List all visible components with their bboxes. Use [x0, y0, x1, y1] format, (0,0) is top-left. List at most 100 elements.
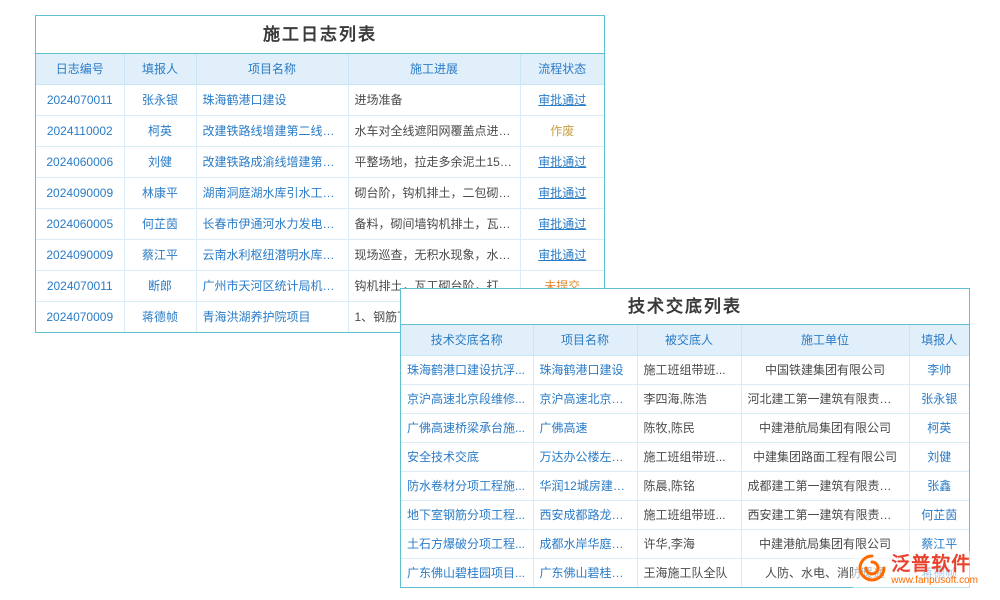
briefed-person-cell: 施工班组带班... — [637, 442, 741, 471]
reporter-cell[interactable]: 何芷茵 — [124, 208, 196, 239]
reporter-cell[interactable]: 张永银 — [909, 384, 969, 413]
progress-cell: 平整场地，拉走多余泥土15辆... — [348, 146, 520, 177]
table-row[interactable]: 2024060005何芷茵长春市伊通河水力发电厂...备料，砌间墙钩机排土，瓦工… — [36, 208, 604, 239]
table-row[interactable]: 地下室钢筋分项工程...西安成都路龙湖上...施工班组带班...西安建工第一建筑… — [401, 500, 969, 529]
project-cell[interactable]: 万达办公楼左侧A... — [533, 442, 637, 471]
log-id-cell[interactable]: 2024070011 — [36, 270, 124, 301]
project-cell[interactable]: 改建铁路线增建第二线直... — [196, 115, 348, 146]
log-id-cell[interactable]: 2024110002 — [36, 115, 124, 146]
status-cell[interactable]: 作废 — [520, 115, 604, 146]
table-header-row: 日志编号 填报人 项目名称 施工进展 流程状态 — [36, 54, 604, 84]
project-cell[interactable]: 广州市天河区统计局机房... — [196, 270, 348, 301]
column-header-briefed-person: 被交底人 — [637, 325, 741, 355]
reporter-cell[interactable]: 柯英 — [909, 413, 969, 442]
log-id-cell[interactable]: 2024090009 — [36, 239, 124, 270]
fanpu-swirl-icon — [857, 553, 887, 588]
table-row[interactable]: 2024090009蔡江平云南水利枢纽潜明水库一...现场巡查，无积水现象，水马… — [36, 239, 604, 270]
log-id-cell[interactable]: 2024060005 — [36, 208, 124, 239]
project-cell[interactable]: 华润12城房建工... — [533, 471, 637, 500]
disclosure-name-cell[interactable]: 防水卷材分项工程施... — [401, 471, 533, 500]
briefed-person-cell: 施工班组带班... — [637, 355, 741, 384]
project-cell[interactable]: 广东佛山碧桂园项目 — [533, 558, 637, 587]
log-id-cell[interactable]: 2024070009 — [36, 301, 124, 332]
log-id-cell[interactable]: 2024060006 — [36, 146, 124, 177]
table-row[interactable]: 2024110002柯英改建铁路线增建第二线直...水车对全线遮阳网覆盖点进行.… — [36, 115, 604, 146]
reporter-cell[interactable]: 蔡江平 — [124, 239, 196, 270]
reporter-cell[interactable]: 张鑫 — [909, 471, 969, 500]
tech-disclosure-table: 技术交底名称 项目名称 被交底人 施工单位 填报人 珠海鹤港口建设抗浮...珠海… — [401, 325, 969, 587]
progress-cell: 水车对全线遮阳网覆盖点进行... — [348, 115, 520, 146]
status-cell[interactable]: 审批通过 — [520, 84, 604, 115]
reporter-cell[interactable]: 蒋德帧 — [124, 301, 196, 332]
briefed-person-cell: 陈晨,陈铭 — [637, 471, 741, 500]
project-cell[interactable]: 湖南洞庭湖水库引水工程... — [196, 177, 348, 208]
reporter-cell[interactable]: 刘健 — [124, 146, 196, 177]
table-row[interactable]: 2024060006刘健改建铁路成渝线增建第二...平整场地，拉走多余泥土15辆… — [36, 146, 604, 177]
table-row[interactable]: 2024090009林康平湖南洞庭湖水库引水工程...砌台阶，钩机排土，二包砌间… — [36, 177, 604, 208]
disclosure-name-cell[interactable]: 广东佛山碧桂园项目... — [401, 558, 533, 587]
tech-disclosure-panel: 技术交底列表 技术交底名称 项目名称 被交底人 施工单位 填报人 珠海鹤港口建设… — [400, 288, 970, 588]
column-header-disclosure-name: 技术交底名称 — [401, 325, 533, 355]
progress-cell: 备料，砌间墙钩机排土，瓦工... — [348, 208, 520, 239]
project-cell[interactable]: 京沪高速北京段维修 — [533, 384, 637, 413]
reporter-cell[interactable]: 何芷茵 — [909, 500, 969, 529]
table-row[interactable]: 京沪高速北京段维修...京沪高速北京段维修李四海,陈浩河北建工第一建筑有限责任公… — [401, 384, 969, 413]
column-header-status: 流程状态 — [520, 54, 604, 84]
status-cell[interactable]: 审批通过 — [520, 177, 604, 208]
column-header-construction-unit: 施工单位 — [741, 325, 909, 355]
log-id-cell[interactable]: 2024070011 — [36, 84, 124, 115]
reporter-cell[interactable]: 林康平 — [124, 177, 196, 208]
table-row[interactable]: 安全技术交底万达办公楼左侧A...施工班组带班...中建集团路面工程有限公司刘健 — [401, 442, 969, 471]
construction-unit-cell: 成都建工第一建筑有限责任公司 — [741, 471, 909, 500]
disclosure-name-cell[interactable]: 安全技术交底 — [401, 442, 533, 471]
construction-unit-cell: 西安建工第一建筑有限责任公司 — [741, 500, 909, 529]
construction-unit-cell: 河北建工第一建筑有限责任公司 — [741, 384, 909, 413]
project-cell[interactable]: 云南水利枢纽潜明水库一... — [196, 239, 348, 270]
status-cell[interactable]: 审批通过 — [520, 239, 604, 270]
briefed-person-cell: 王海施工队全队 — [637, 558, 741, 587]
table-row[interactable]: 2024070011张永银珠海鹤港口建设进场准备审批通过 — [36, 84, 604, 115]
project-cell[interactable]: 长春市伊通河水力发电厂... — [196, 208, 348, 239]
table-row[interactable]: 广佛高速桥梁承台施...广佛高速陈牧,陈民中建港航局集团有限公司柯英 — [401, 413, 969, 442]
project-cell[interactable]: 青海洪湖养护院项目 — [196, 301, 348, 332]
reporter-cell[interactable]: 李帅 — [909, 355, 969, 384]
construction-unit-cell: 中国铁建集团有限公司 — [741, 355, 909, 384]
reporter-cell[interactable]: 断郎 — [124, 270, 196, 301]
brand-name: 泛普软件 — [891, 555, 978, 576]
disclosure-name-cell[interactable]: 地下室钢筋分项工程... — [401, 500, 533, 529]
panel-title: 技术交底列表 — [401, 289, 969, 325]
disclosure-name-cell[interactable]: 广佛高速桥梁承台施... — [401, 413, 533, 442]
project-cell[interactable]: 西安成都路龙湖上... — [533, 500, 637, 529]
construction-unit-cell: 中建港航局集团有限公司 — [741, 413, 909, 442]
reporter-cell[interactable]: 柯英 — [124, 115, 196, 146]
project-cell[interactable]: 广佛高速 — [533, 413, 637, 442]
table-row[interactable]: 防水卷材分项工程施...华润12城房建工...陈晨,陈铭成都建工第一建筑有限责任… — [401, 471, 969, 500]
disclosure-name-cell[interactable]: 土石方爆破分项工程... — [401, 529, 533, 558]
progress-cell: 砌台阶，钩机排土，二包砌间... — [348, 177, 520, 208]
briefed-person-cell: 陈牧,陈民 — [637, 413, 741, 442]
column-header-project: 项目名称 — [196, 54, 348, 84]
column-header-progress: 施工进展 — [348, 54, 520, 84]
brand-url: www.fanpusoft.com — [891, 575, 978, 586]
column-header-log-id: 日志编号 — [36, 54, 124, 84]
reporter-cell[interactable]: 刘健 — [909, 442, 969, 471]
table-row[interactable]: 珠海鹤港口建设抗浮...珠海鹤港口建设施工班组带班...中国铁建集团有限公司李帅 — [401, 355, 969, 384]
column-header-reporter: 填报人 — [124, 54, 196, 84]
briefed-person-cell: 李四海,陈浩 — [637, 384, 741, 413]
project-cell[interactable]: 珠海鹤港口建设 — [533, 355, 637, 384]
status-cell[interactable]: 审批通过 — [520, 208, 604, 239]
briefed-person-cell: 施工班组带班... — [637, 500, 741, 529]
column-header-reporter: 填报人 — [909, 325, 969, 355]
project-cell[interactable]: 珠海鹤港口建设 — [196, 84, 348, 115]
disclosure-name-cell[interactable]: 京沪高速北京段维修... — [401, 384, 533, 413]
reporter-cell[interactable]: 张永银 — [124, 84, 196, 115]
status-cell[interactable]: 审批通过 — [520, 146, 604, 177]
construction-unit-cell: 中建集团路面工程有限公司 — [741, 442, 909, 471]
log-id-cell[interactable]: 2024090009 — [36, 177, 124, 208]
progress-cell: 现场巡查，无积水现象，水马... — [348, 239, 520, 270]
project-cell[interactable]: 成都水岸华庭名苑... — [533, 529, 637, 558]
panel-title: 施工日志列表 — [36, 16, 604, 54]
project-cell[interactable]: 改建铁路成渝线增建第二... — [196, 146, 348, 177]
table-header-row: 技术交底名称 项目名称 被交底人 施工单位 填报人 — [401, 325, 969, 355]
disclosure-name-cell[interactable]: 珠海鹤港口建设抗浮... — [401, 355, 533, 384]
